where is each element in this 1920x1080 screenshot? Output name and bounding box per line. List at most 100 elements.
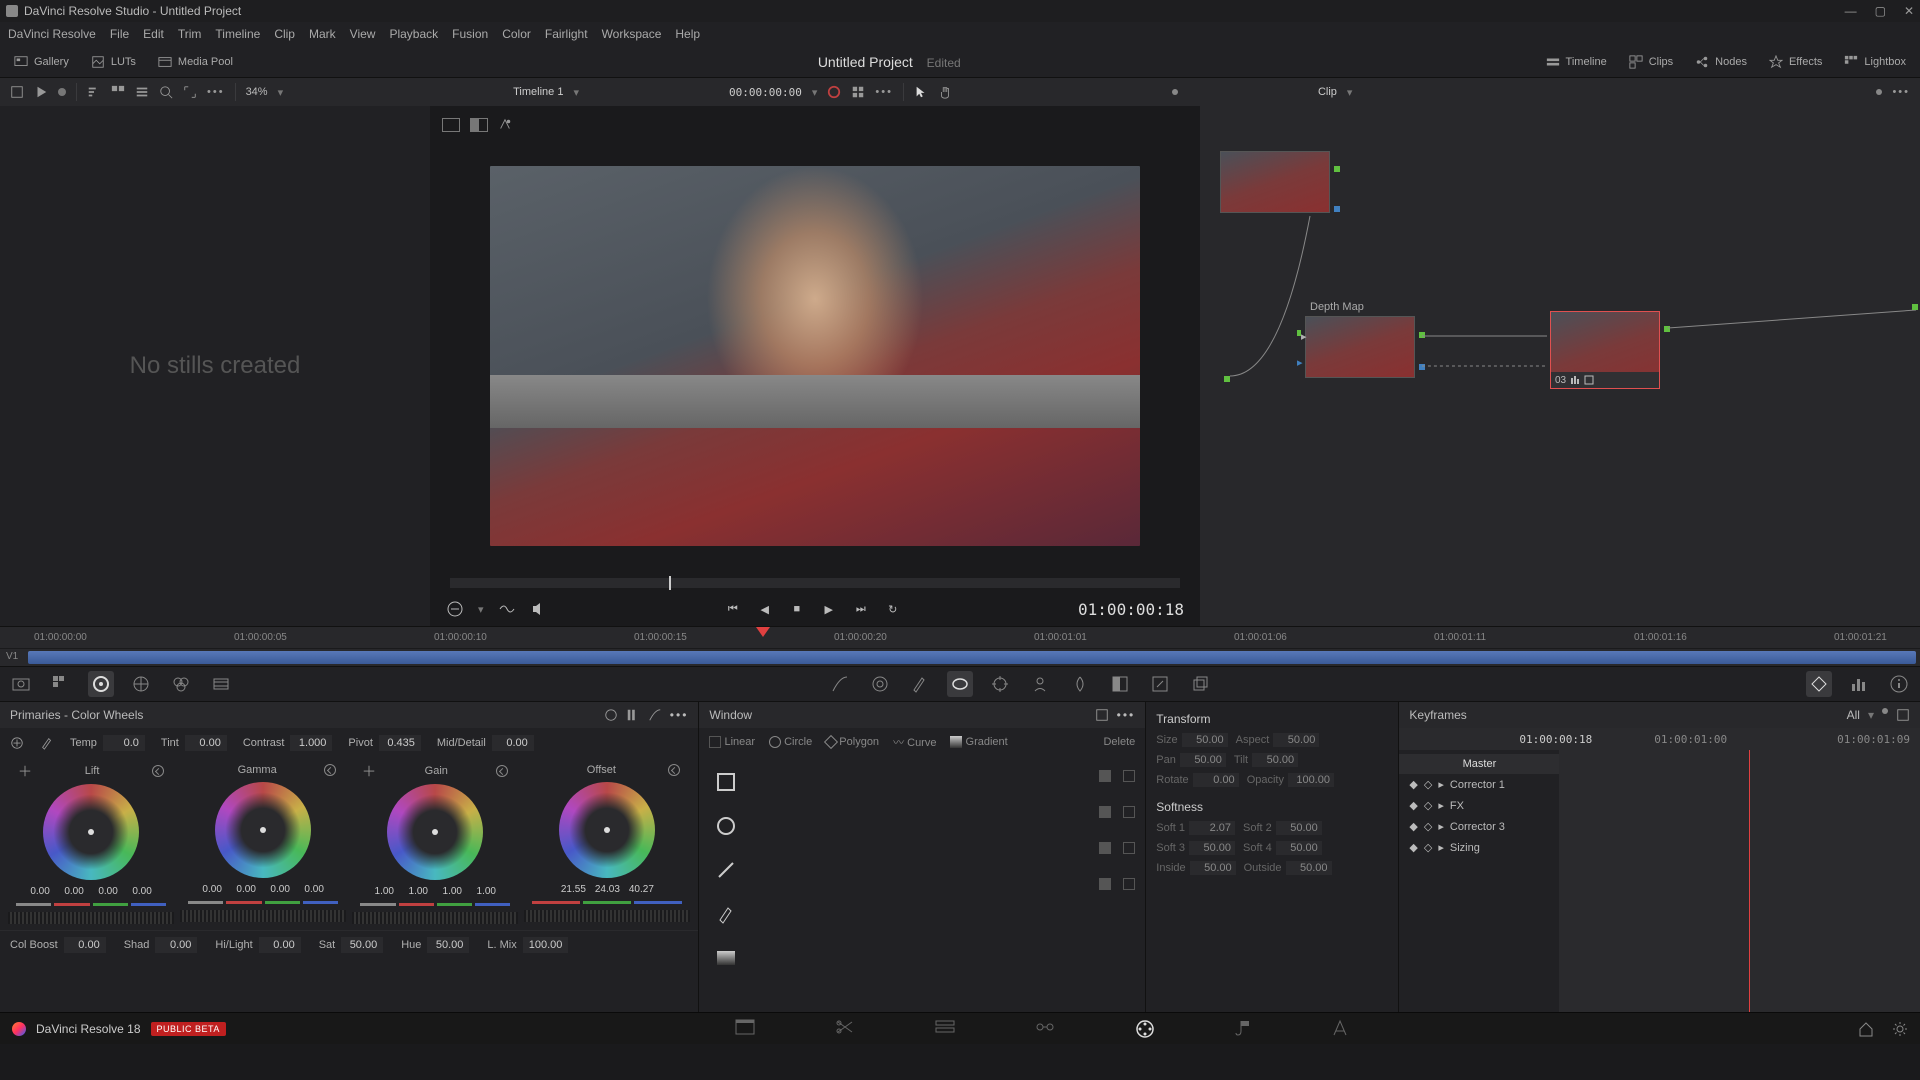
playhead-icon[interactable] bbox=[756, 627, 770, 637]
grid-icon[interactable] bbox=[851, 85, 865, 99]
chevron-down-icon[interactable]: ▾ bbox=[573, 86, 579, 99]
hand-icon[interactable] bbox=[938, 85, 952, 99]
minimize-button[interactable]: — bbox=[1845, 4, 1857, 18]
color-warper-icon[interactable] bbox=[867, 671, 893, 697]
play-still-icon[interactable] bbox=[34, 85, 48, 99]
gamma-r[interactable]: 0.00 bbox=[231, 884, 261, 895]
chevron-down-icon[interactable]: ▾ bbox=[1868, 708, 1874, 722]
curve-button[interactable]: Curve bbox=[907, 737, 936, 749]
menu-clip[interactable]: Clip bbox=[274, 27, 295, 41]
node-port-in[interactable]: ▸ bbox=[1297, 356, 1303, 362]
reset-icon[interactable] bbox=[668, 764, 680, 776]
bars-mode-icon[interactable] bbox=[626, 708, 640, 722]
mute-icon[interactable] bbox=[530, 600, 548, 618]
node-source[interactable] bbox=[1220, 151, 1330, 213]
color-checker-icon[interactable] bbox=[48, 671, 74, 697]
tracker-icon[interactable] bbox=[987, 671, 1013, 697]
menu-file[interactable]: File bbox=[110, 27, 129, 41]
lift-color-wheel[interactable] bbox=[43, 784, 139, 880]
close-button[interactable]: ✕ bbox=[1904, 4, 1914, 18]
middetail-value[interactable]: 0.00 bbox=[492, 735, 534, 751]
soft3-value[interactable]: 50.00 bbox=[1189, 841, 1235, 855]
invert-toggle[interactable] bbox=[1123, 878, 1135, 890]
menu-davinci[interactable]: DaVinci Resolve bbox=[8, 27, 96, 41]
qualifier-icon[interactable] bbox=[907, 671, 933, 697]
size-value[interactable]: 50.00 bbox=[1182, 733, 1228, 747]
sizing-icon[interactable] bbox=[1147, 671, 1173, 697]
gain-master-slider[interactable] bbox=[352, 912, 518, 924]
invert-toggle[interactable] bbox=[1123, 770, 1135, 782]
shad-value[interactable]: 0.00 bbox=[155, 937, 197, 953]
magic-mask-icon[interactable] bbox=[1027, 671, 1053, 697]
wheels-mode-icon[interactable] bbox=[604, 708, 618, 722]
gain-y[interactable]: 1.00 bbox=[369, 886, 399, 897]
maximize-button[interactable]: ▢ bbox=[1875, 4, 1886, 18]
keyframes-dot-icon[interactable] bbox=[1882, 708, 1888, 714]
offset-master-slider[interactable] bbox=[524, 910, 690, 922]
unmix-icon[interactable] bbox=[498, 600, 516, 618]
lift-r[interactable]: 0.00 bbox=[59, 886, 89, 897]
gamma-y[interactable]: 0.00 bbox=[197, 884, 227, 895]
gain-b[interactable]: 1.00 bbox=[471, 886, 501, 897]
chevron-down-icon[interactable]: ▾ bbox=[812, 86, 818, 99]
effects-toggle[interactable]: Effects bbox=[1763, 52, 1828, 72]
gamma-color-wheel[interactable] bbox=[215, 782, 311, 878]
shape-linear[interactable] bbox=[714, 770, 738, 794]
contrast-value[interactable]: 1.000 bbox=[290, 735, 332, 751]
opacity-value[interactable]: 100.00 bbox=[1288, 773, 1334, 787]
timeline-toggle[interactable]: Timeline bbox=[1540, 52, 1613, 72]
page-media[interactable] bbox=[735, 1019, 755, 1039]
loop-button[interactable]: ↻ bbox=[884, 600, 902, 618]
viewer-zoom[interactable]: 34% bbox=[246, 86, 268, 98]
inside-value[interactable]: 50.00 bbox=[1190, 861, 1236, 875]
go-first-button[interactable]: ⏮ bbox=[724, 600, 742, 618]
pick-white-icon[interactable] bbox=[362, 764, 376, 778]
hilight-value[interactable]: 0.00 bbox=[259, 937, 301, 953]
menu-playback[interactable]: Playback bbox=[389, 27, 438, 41]
key-icon[interactable] bbox=[1107, 671, 1133, 697]
menu-trim[interactable]: Trim bbox=[178, 27, 202, 41]
go-last-button[interactable]: ⏭ bbox=[852, 600, 870, 618]
reset-icon[interactable] bbox=[324, 764, 336, 776]
highlight-icon[interactable] bbox=[498, 118, 512, 132]
viewer-image[interactable] bbox=[490, 166, 1140, 546]
settings-icon[interactable] bbox=[1892, 1021, 1908, 1037]
reset-icon[interactable] bbox=[152, 765, 164, 777]
kf-corrector3[interactable]: ◆◇▸Corrector 3 bbox=[1399, 816, 1559, 837]
gallery-toggle[interactable]: Gallery bbox=[8, 52, 75, 72]
keyframe-panel-icon[interactable] bbox=[1806, 671, 1832, 697]
blur-icon[interactable] bbox=[1067, 671, 1093, 697]
window-icon[interactable] bbox=[947, 671, 973, 697]
mask-toggle[interactable] bbox=[1099, 806, 1111, 818]
polygon-shape-icon[interactable] bbox=[824, 735, 838, 749]
node-port-alpha[interactable] bbox=[1334, 206, 1340, 212]
split-screen-icon[interactable] bbox=[470, 118, 488, 132]
linear-shape-icon[interactable] bbox=[709, 736, 721, 748]
pivot-value[interactable]: 0.435 bbox=[379, 735, 421, 751]
thumbnail-view-icon[interactable] bbox=[111, 85, 125, 99]
curves-icon[interactable] bbox=[827, 671, 853, 697]
shape-gradient[interactable] bbox=[714, 946, 738, 970]
aspect-value[interactable]: 50.00 bbox=[1273, 733, 1319, 747]
hdr-wheels-icon[interactable] bbox=[128, 671, 154, 697]
video-track[interactable]: V1 bbox=[0, 648, 1920, 666]
list-view-icon[interactable] bbox=[135, 85, 149, 99]
page-color[interactable] bbox=[1135, 1019, 1155, 1039]
sort-icon[interactable] bbox=[87, 85, 101, 99]
home-icon[interactable] bbox=[1858, 1021, 1874, 1037]
kf-fx[interactable]: ◆◇▸FX bbox=[1399, 795, 1559, 816]
pick-white-icon[interactable] bbox=[40, 736, 54, 750]
nodes-toggle[interactable]: Nodes bbox=[1689, 52, 1753, 72]
menu-fusion[interactable]: Fusion bbox=[452, 27, 488, 41]
soft2-value[interactable]: 50.00 bbox=[1276, 821, 1322, 835]
timeline-ruler[interactable]: 01:00:00:00 01:00:00:05 01:00:00:10 01:0… bbox=[0, 626, 1920, 648]
mask-toggle[interactable] bbox=[1099, 878, 1111, 890]
node-corrector-3[interactable]: 03 bbox=[1550, 311, 1660, 389]
polygon-button[interactable]: Polygon bbox=[839, 736, 879, 748]
kf-sizing[interactable]: ◆◇▸Sizing bbox=[1399, 837, 1559, 858]
page-fusion[interactable] bbox=[1035, 1019, 1055, 1039]
timeline-name[interactable]: Timeline 1 bbox=[513, 86, 563, 98]
tint-value[interactable]: 0.00 bbox=[185, 735, 227, 751]
still-grab-icon[interactable] bbox=[10, 85, 24, 99]
kf-master[interactable]: Master bbox=[1399, 754, 1559, 774]
